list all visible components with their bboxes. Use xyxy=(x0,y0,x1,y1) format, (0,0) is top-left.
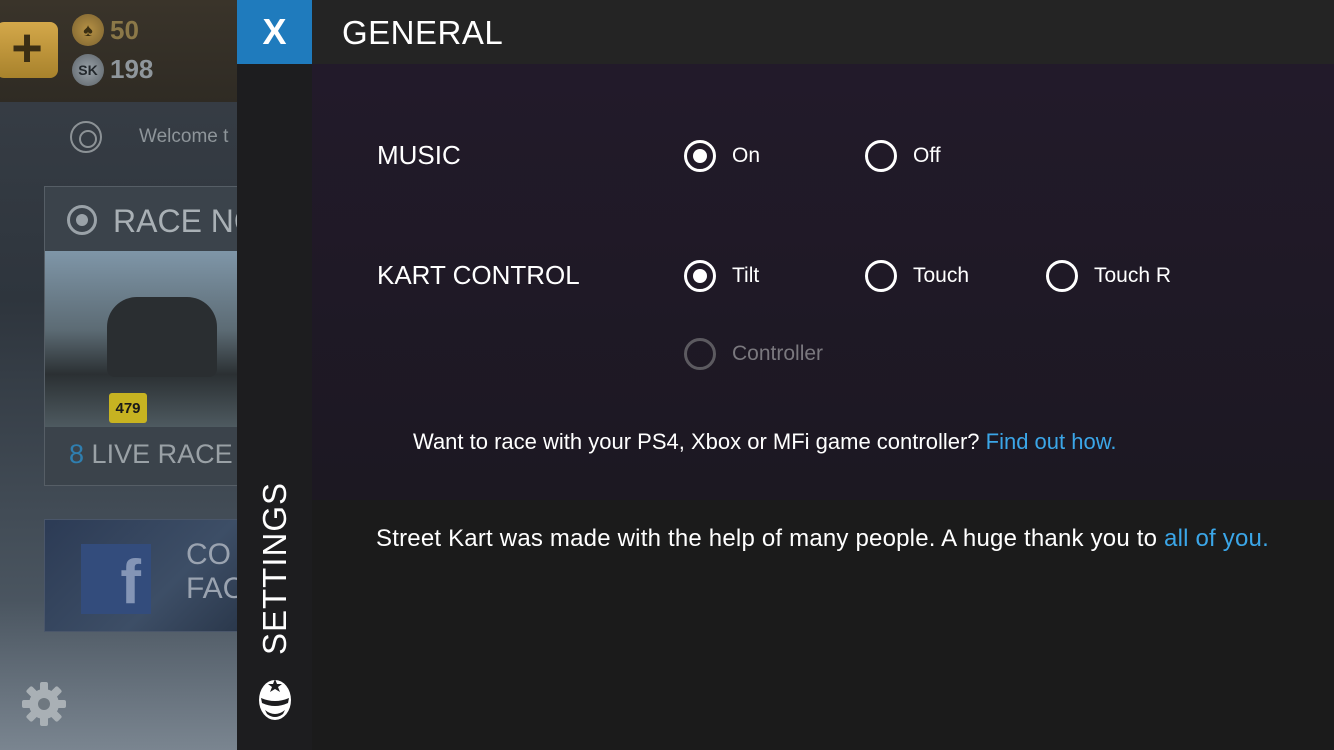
kart-control-controller-radio: Controller xyxy=(684,338,823,370)
background-home-screen: + ♠ 50 SK 198 Welcome t RACE NO 479 8 LI… xyxy=(0,0,237,750)
helmet-mask-icon xyxy=(259,679,291,720)
facebook-icon: f xyxy=(81,544,151,614)
coin-balance: 50 xyxy=(110,15,139,45)
kart-control-touch-radio[interactable]: Touch xyxy=(865,260,969,292)
settings-content: MUSIC On Off KART CONTROL Tilt Touch Tou… xyxy=(312,64,1334,500)
sk-currency-icon: SK xyxy=(72,54,104,86)
kart-number-plate: 479 xyxy=(109,393,147,423)
radio-label: Controller xyxy=(732,342,824,365)
close-button[interactable]: X xyxy=(237,0,312,64)
plus-icon: + xyxy=(11,18,43,78)
radio-circle xyxy=(684,140,716,172)
controller-info: Want to race with your PS4, Xbox or MFi … xyxy=(413,429,1117,455)
live-count: 8 xyxy=(69,439,85,469)
radio-label: Touch R xyxy=(1094,264,1172,287)
race-now-card[interactable]: RACE NO 479 8 LIVE RACE xyxy=(44,186,237,486)
currency-bar: + ♠ 50 SK 198 xyxy=(0,0,237,102)
music-label: MUSIC xyxy=(377,140,461,170)
kart-control-touch-r-radio[interactable]: Touch R xyxy=(1046,260,1171,292)
controller-info-text: Want to race with your PS4, Xbox or MFi … xyxy=(413,429,986,454)
settings-vertical-label: SETTINGS xyxy=(256,481,293,655)
facebook-card-line1: CO xyxy=(186,538,231,571)
facebook-card-line2: FAC xyxy=(186,572,237,605)
kart-control-tilt-radio[interactable]: Tilt xyxy=(684,260,759,292)
kart-control-label: KART CONTROL xyxy=(377,260,580,290)
facebook-card[interactable]: f CO FAC xyxy=(44,519,237,632)
credits-section: Street Kart was made with the help of ma… xyxy=(312,500,1334,750)
find-out-how-link[interactable]: Find out how. xyxy=(986,429,1117,454)
credits-body: Street Kart was made with the help of ma… xyxy=(376,525,1165,552)
radio-label: Off xyxy=(913,144,941,167)
add-currency-button[interactable]: + xyxy=(0,18,58,78)
steering-wheel-icon xyxy=(67,205,97,235)
radio-circle xyxy=(684,260,716,292)
live-races-count: 8 LIVE RACE xyxy=(69,439,233,470)
race-card-title: RACE NO xyxy=(113,203,237,239)
radio-label: On xyxy=(732,144,761,167)
radio-circle xyxy=(684,338,716,370)
gear-icon[interactable] xyxy=(20,680,68,728)
credits-link[interactable]: all of you. xyxy=(1164,525,1269,552)
radio-label: Tilt xyxy=(732,264,760,287)
sk-balance: 198 xyxy=(110,54,154,84)
credits-text: Street Kart was made with the help of ma… xyxy=(376,522,1276,555)
radio-circle xyxy=(865,260,897,292)
coin-icon: ♠ xyxy=(72,14,104,46)
section-title: GENERAL xyxy=(342,14,504,51)
settings-header: GENERAL xyxy=(312,0,1334,64)
radio-label: Touch xyxy=(913,264,970,287)
music-off-radio[interactable]: Off xyxy=(865,140,941,172)
radio-circle xyxy=(865,140,897,172)
facebook-card-text: CO FAC xyxy=(186,538,237,606)
welcome-message: Welcome t xyxy=(139,126,229,147)
live-label: LIVE RACE xyxy=(91,439,233,469)
music-on-radio[interactable]: On xyxy=(684,140,760,172)
radio-circle xyxy=(1046,260,1078,292)
kart-image xyxy=(107,297,217,377)
target-icon xyxy=(70,121,102,153)
settings-side-strip: X SETTINGS xyxy=(237,0,312,750)
